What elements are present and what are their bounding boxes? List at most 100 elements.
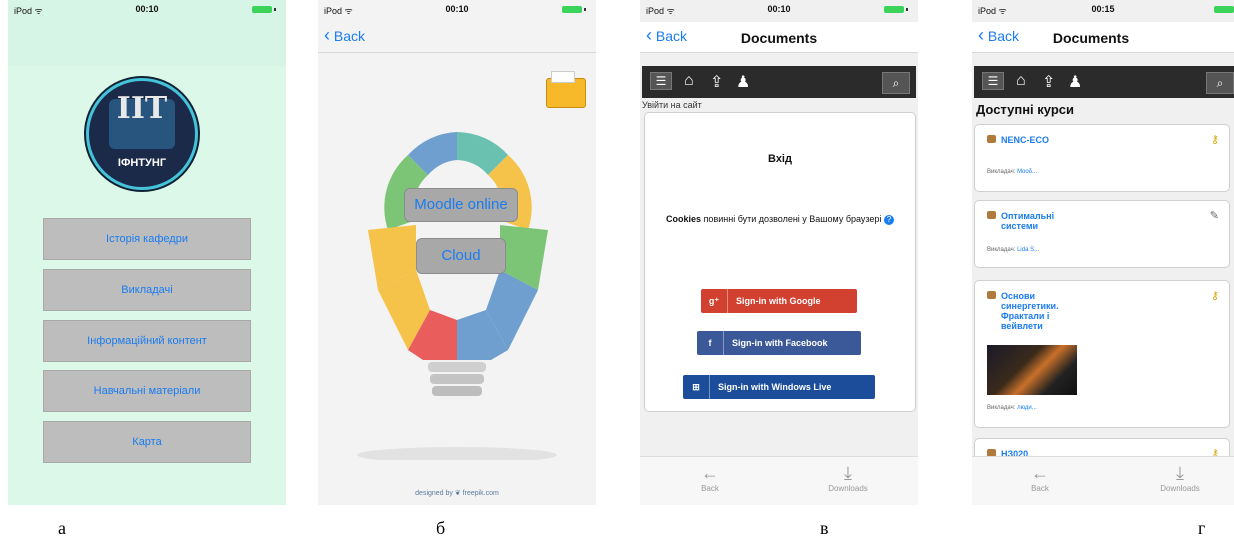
courses-heading: Доступні курси — [976, 102, 1074, 117]
cookies-bold: Cookies — [666, 214, 702, 224]
back-label: Back — [333, 28, 366, 44]
course-card[interactable]: Основи синергетики. Фрактали і вейвлети … — [974, 280, 1230, 428]
battery-icon — [1214, 6, 1234, 13]
moodle-toolbar: ☰ ⌂ ⇪ ♟ ⌕ — [642, 66, 916, 98]
tab-downloads-label: Downloads — [828, 484, 868, 493]
menu-icon[interactable]: ☰ — [982, 72, 1004, 90]
home-icon[interactable]: ⌂ — [1016, 72, 1026, 90]
key-icon[interactable]: ⚷ — [1211, 133, 1219, 146]
nav-bar: ‹ Back Documents — [640, 22, 918, 53]
back-button[interactable]: ‹ Back — [324, 25, 366, 45]
caption-d: г — [1198, 518, 1206, 538]
screen-d: iPod ᯤ 00:15 ‹ Back Documents ☰ ⌂ ⇪ ♟ ⌕ … — [972, 0, 1234, 505]
clock: 00:10 — [767, 4, 791, 14]
clock: 00:10 — [445, 4, 469, 14]
login-card: Вхід Cookies повинні бути дозволені у Ва… — [644, 112, 916, 412]
share-icon[interactable]: ⇪ — [710, 72, 723, 92]
moodle-online-button[interactable]: Moodle online — [404, 188, 518, 222]
login-title: Вхід — [768, 153, 792, 165]
google-signin-button[interactable]: g⁺ Sign-in with Google — [701, 289, 857, 313]
tab-back-label: Back — [701, 484, 719, 493]
attribution-footer: designed by ❦ freepik.com — [415, 490, 499, 497]
course-card[interactable]: Оптимальні системи ✎ Викладач: Lida S... — [974, 200, 1230, 268]
google-signin-label: Sign-in with Google — [736, 296, 821, 306]
search-icon[interactable]: ⌕ — [1206, 72, 1234, 94]
course-name[interactable]: NENC-ECO — [1001, 135, 1049, 145]
tab-back[interactable]: ← Back — [680, 463, 740, 493]
moodle-toolbar: ☰ ⌂ ⇪ ♟ ⌕ — [974, 66, 1234, 98]
screen-a: iPod ᯤ 00:10 IIT ІФНТУНГ Історія кафедри… — [8, 0, 286, 505]
cookies-notice: Cookies повинні бути дозволені у Вашому … — [655, 213, 905, 226]
course-teacher: Викладач: люди... — [987, 405, 1037, 411]
menu-teachers-button[interactable]: Викладачі — [43, 269, 251, 311]
caption-b: б — [436, 518, 446, 538]
bottom-tab-bar: ← Back ⤓ Downloads — [640, 456, 918, 505]
bottom-tab-bar: ← Back ⤓ Downloads — [972, 456, 1234, 505]
logo-iit-text: IIT — [116, 91, 168, 126]
nav-bar: ‹ Back — [318, 22, 596, 53]
status-bar: iPod ᯤ 00:15 — [972, 0, 1234, 22]
download-icon: ⤓ — [1176, 463, 1184, 483]
edit-icon[interactable]: ✎ — [1210, 209, 1219, 222]
page-title: Documents — [1052, 30, 1130, 46]
tab-downloads[interactable]: ⤓ Downloads — [1150, 463, 1210, 493]
teacher-label: Викладач: — [987, 247, 1016, 253]
share-icon[interactable]: ⇪ — [1042, 72, 1055, 92]
page-title: Documents — [740, 30, 818, 46]
status-bar: iPod ᯤ 00:10 — [8, 0, 286, 22]
menu-history-button[interactable]: Історія кафедри — [43, 218, 251, 260]
screen-c: iPod ᯤ 00:10 ‹ Back Documents ☰ ⌂ ⇪ ♟ ⌕ … — [640, 0, 918, 505]
battery-icon — [562, 6, 586, 13]
tab-back[interactable]: ← Back — [1010, 463, 1070, 493]
course-name[interactable]: Оптимальні системи — [1001, 211, 1081, 231]
menu-map-button[interactable]: Карта — [43, 421, 251, 463]
chevron-left-icon: ‹ — [324, 25, 330, 45]
windows-signin-label: Sign-in with Windows Live — [718, 382, 832, 392]
arrow-left-icon: ← — [701, 463, 719, 483]
tab-back-label: Back — [1031, 484, 1049, 493]
login-site-link[interactable]: Увійти на сайт — [642, 100, 702, 110]
course-name[interactable]: Основи синергетики. Фрактали і вейвлети — [1001, 291, 1081, 331]
menu-icon[interactable]: ☰ — [650, 72, 672, 90]
user-icon[interactable]: ♟ — [1068, 72, 1082, 92]
cookies-text: повинні бути дозволені у Вашому браузері — [701, 214, 882, 224]
help-icon[interactable]: ? — [883, 215, 894, 225]
screen-b: iPod ᯤ 00:10 ‹ Back Moodle online Cloud … — [318, 0, 596, 505]
search-icon[interactable]: ⌕ — [882, 72, 910, 94]
status-bar: iPod ᯤ 00:10 — [318, 0, 596, 22]
tab-downloads-label: Downloads — [1160, 484, 1200, 493]
menu-info-content-button[interactable]: Інформаційний контент — [43, 320, 251, 362]
course-card[interactable]: NENC-ECO ⚷ Викладач: Mooδ... — [974, 124, 1230, 192]
course-hat-icon — [987, 291, 996, 299]
course-image — [987, 345, 1077, 395]
facebook-signin-label: Sign-in with Facebook — [732, 338, 828, 348]
caption-a: а — [58, 518, 66, 538]
windows-icon: ⊞ — [683, 375, 710, 399]
arrow-left-icon: ← — [1031, 463, 1049, 483]
teacher-label: Викладач: — [987, 405, 1016, 411]
course-hat-icon — [987, 211, 996, 219]
course-hat-icon — [987, 135, 996, 143]
department-logo: IIT ІФНТУНГ — [86, 78, 198, 190]
logo-university-name: ІФНТУНГ — [117, 157, 167, 169]
caption-c: в — [820, 518, 829, 538]
tab-downloads[interactable]: ⤓ Downloads — [818, 463, 878, 493]
course-teacher: Викладач: Lida S... — [987, 247, 1039, 253]
battery-icon — [884, 6, 908, 13]
windows-signin-button[interactable]: ⊞ Sign-in with Windows Live — [683, 375, 875, 399]
nav-bar: ‹ Back Documents — [972, 22, 1234, 53]
user-icon[interactable]: ♟ — [736, 72, 750, 92]
teacher-label: Викладач: — [987, 169, 1016, 175]
cloud-button[interactable]: Cloud — [416, 238, 506, 274]
status-bar: iPod ᯤ 00:10 — [640, 0, 918, 22]
teacher-name[interactable]: Lida S... — [1017, 247, 1039, 253]
battery-icon — [252, 6, 276, 13]
key-icon[interactable]: ⚷ — [1211, 289, 1219, 302]
teacher-name[interactable]: Mooδ... — [1017, 169, 1037, 175]
teacher-name[interactable]: люди... — [1017, 405, 1037, 411]
clock: 00:10 — [135, 4, 159, 14]
menu-materials-button[interactable]: Навчальні матеріали — [43, 370, 251, 412]
facebook-signin-button[interactable]: f Sign-in with Facebook — [697, 331, 861, 355]
clock: 00:15 — [1091, 4, 1115, 14]
home-icon[interactable]: ⌂ — [684, 72, 694, 90]
